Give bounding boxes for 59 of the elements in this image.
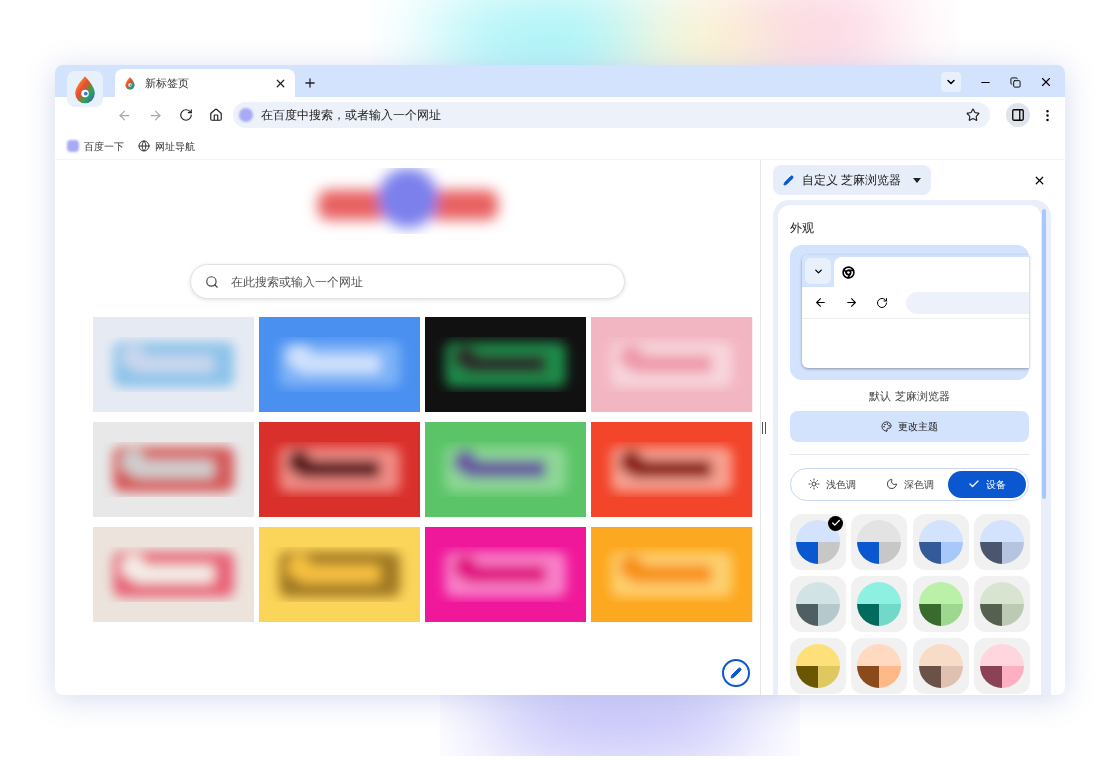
color-swatch[interactable] [790,575,846,632]
browser-tab[interactable]: 新标签页 [115,69,295,97]
palette-icon [881,420,892,432]
side-panel-button[interactable] [1006,103,1030,127]
app-logo[interactable] [67,71,103,107]
color-swatch[interactable] [851,637,908,694]
panel-title-button[interactable]: 自定义 芝麻浏览器 [773,165,932,195]
close-window-icon[interactable] [1039,75,1053,89]
side-panel-icon [1011,108,1025,122]
tab-search-button[interactable] [941,72,961,92]
color-swatch[interactable] [790,513,846,570]
section-title: 外观 [790,220,815,237]
address-input[interactable]: 在百度中搜索，或者输入一个网址 [261,106,958,124]
mode-option[interactable]: 设备 [948,470,1026,498]
forward-icon [845,296,858,309]
bookmark-item[interactable]: 百度一下 [67,138,124,154]
color-swatch[interactable] [851,575,908,632]
check-icon [828,515,843,531]
tab-favicon-icon [123,76,137,90]
chevron-icon [805,258,831,284]
bookmark-star-icon[interactable] [966,108,980,122]
tab-title: 新标签页 [145,75,190,91]
color-swatch[interactable] [912,637,969,694]
search-icon [205,274,219,289]
globe-icon [138,140,150,152]
sun-icon [807,478,820,490]
back-icon [814,296,827,309]
color-swatch[interactable] [973,637,1030,694]
search-input[interactable]: 在此搜索或输入一个网址 [231,272,610,291]
address-bar[interactable]: 在百度中搜索，或者输入一个网址 [233,102,990,128]
bookmark-item[interactable]: 网址导航 [138,138,195,154]
reload-icon [876,296,888,309]
caret-icon [913,177,922,183]
mode-option[interactable]: 深色调 [870,470,949,498]
color-swatch[interactable] [912,575,969,632]
bookmark-label: 网址导航 [155,139,195,154]
color-swatch[interactable] [973,575,1030,632]
moon-icon [885,478,898,490]
mode-option[interactable]: 浅色调 [793,470,871,498]
new-tab-icon[interactable] [303,76,317,90]
resize-handle-icon[interactable] [762,421,766,434]
change-theme-button[interactable]: 更改主题 [790,410,1029,442]
pencil-icon [730,667,742,679]
bookmark-label: 百度一下 [84,139,124,154]
color-swatch[interactable] [912,513,969,570]
browser-logo-icon [842,265,855,279]
check-icon [968,478,981,490]
reload-icon[interactable] [179,108,193,122]
color-swatch[interactable] [851,513,908,570]
site-icon [67,140,79,152]
color-swatch[interactable] [790,637,846,694]
search-engine-icon [239,108,253,122]
pencil-icon [783,174,794,186]
customize-button[interactable] [722,659,750,687]
theme-name: 默认 芝麻浏览器 [868,389,951,404]
color-swatch[interactable] [973,513,1030,570]
search-box[interactable]: 在此搜索或输入一个网址 [190,264,625,299]
home-icon[interactable] [209,108,223,122]
restore-icon[interactable] [1010,76,1021,88]
